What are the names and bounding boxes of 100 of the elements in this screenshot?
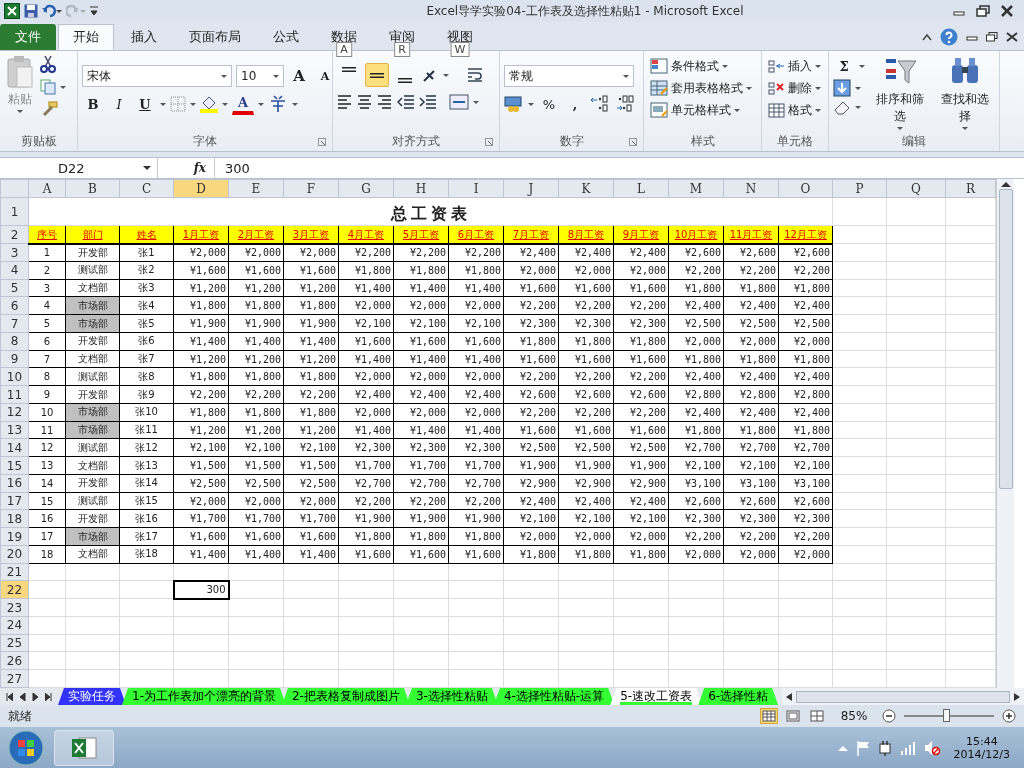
column-header[interactable]: B: [65, 179, 120, 198]
customize-toolbar-icon[interactable]: [90, 6, 98, 16]
table-cell[interactable]: 300: [173, 580, 229, 599]
column-header[interactable]: M: [668, 179, 724, 198]
cells-menu-button[interactable]: 插入: [766, 55, 823, 77]
vertical-align-button[interactable]: [365, 63, 389, 87]
caret-icon[interactable]: [292, 102, 298, 106]
zoom-in-icon[interactable]: [1002, 709, 1016, 723]
caret-icon[interactable]: [443, 73, 449, 77]
column-header[interactable]: I: [448, 179, 504, 198]
view-button[interactable]: [760, 708, 778, 724]
caret-icon[interactable]: [222, 102, 228, 106]
cells-menu-button[interactable]: 删除: [766, 77, 823, 99]
view-button[interactable]: [808, 708, 826, 724]
caret-icon[interactable]: [258, 102, 264, 106]
bold-button[interactable]: B: [82, 93, 104, 115]
ribbon-tab[interactable]: 公式: [258, 24, 314, 50]
ribbon-tab[interactable]: 插入: [116, 24, 172, 50]
slider-thumb[interactable]: [943, 709, 951, 722]
shrink-font-button[interactable]: A: [314, 65, 336, 87]
column-header[interactable]: F: [283, 179, 339, 198]
caret-icon[interactable]: [623, 74, 629, 78]
merge-cells-icon[interactable]: [449, 94, 469, 110]
scrollbar-thumb[interactable]: [796, 690, 1010, 703]
next-sheet-icon[interactable]: [32, 692, 39, 701]
row-header[interactable]: 1: [0, 197, 29, 226]
column-header[interactable]: G: [338, 179, 394, 198]
zoom-out-icon[interactable]: [882, 709, 896, 723]
restore-icon[interactable]: [986, 32, 998, 42]
caret-icon[interactable]: [160, 102, 166, 106]
dialog-launcher-icon[interactable]: [629, 138, 637, 146]
wrap-text-icon[interactable]: [467, 67, 485, 83]
caret-icon[interactable]: [17, 110, 23, 113]
name-box[interactable]: D22: [0, 158, 158, 178]
align-center-icon[interactable]: [357, 93, 373, 111]
spreadsheet-app-icon[interactable]: [4, 3, 20, 19]
caret-icon[interactable]: [473, 100, 479, 104]
sheet-tab[interactable]: 实验任务: [58, 688, 126, 705]
ribbon-tab[interactable]: 开始: [58, 24, 114, 50]
column-header[interactable]: N: [723, 179, 779, 198]
scroll-left-icon[interactable]: [786, 692, 793, 701]
column-header[interactable]: H: [393, 179, 449, 198]
font-color-button[interactable]: A: [232, 93, 254, 115]
autosum-button[interactable]: Σ: [833, 55, 855, 77]
align-left-icon[interactable]: [337, 93, 353, 111]
scroll-up-icon[interactable]: [1000, 181, 1011, 187]
caret-icon[interactable]: [60, 85, 66, 89]
column-header[interactable]: L: [613, 179, 669, 198]
column-header[interactable]: O: [778, 179, 833, 198]
caret-icon[interactable]: [528, 102, 534, 106]
column-header[interactable]: E: [228, 179, 284, 198]
sheet-tab[interactable]: 1-为工作表加个漂亮的背景: [122, 688, 286, 705]
grow-font-button[interactable]: A: [288, 65, 310, 87]
caret-icon[interactable]: [273, 74, 279, 78]
start-button-icon[interactable]: [8, 729, 44, 766]
sheet-tab[interactable]: 3-选择性粘贴: [405, 688, 498, 705]
previous-sheet-icon[interactable]: [19, 692, 26, 701]
caret-icon[interactable]: [859, 64, 865, 68]
first-sheet-icon[interactable]: [6, 692, 13, 701]
underline-button[interactable]: U: [134, 93, 156, 115]
cells-menu-button[interactable]: 格式: [766, 99, 823, 121]
caret-icon[interactable]: [143, 166, 151, 170]
scrollbar-thumb[interactable]: [998, 189, 1013, 489]
caret-icon[interactable]: [855, 105, 861, 109]
undo-icon[interactable]: [42, 4, 62, 18]
muted-speaker-icon[interactable]: [923, 739, 940, 756]
phonetic-guide-icon[interactable]: [268, 95, 288, 113]
caret-icon[interactable]: [221, 74, 227, 78]
column-header[interactable]: R: [945, 179, 996, 198]
style-menu-button[interactable]: 套用表格格式: [648, 77, 754, 99]
editing-menu-button[interactable]: 查找和选择: [934, 55, 995, 133]
style-menu-button[interactable]: 单元格样式: [648, 99, 754, 121]
eraser-icon[interactable]: [833, 99, 851, 115]
number-format-field[interactable]: 常规: [504, 65, 634, 87]
cut-icon[interactable]: [40, 55, 56, 73]
clock-date[interactable]: 2014/12/3: [953, 747, 1010, 761]
font-size-field[interactable]: 10: [236, 65, 284, 87]
dialog-launcher-icon[interactable]: [318, 138, 326, 146]
zoom-level[interactable]: 85%: [832, 709, 876, 723]
editing-menu-button[interactable]: 排序和筛选: [869, 55, 930, 133]
scroll-right-icon[interactable]: [1014, 692, 1020, 701]
currency-icon[interactable]: [504, 95, 524, 113]
save-icon[interactable]: [24, 4, 38, 18]
decrease-indent-icon[interactable]: [397, 93, 415, 111]
column-header[interactable]: Q: [886, 179, 946, 198]
dialog-launcher-icon[interactable]: [485, 138, 493, 146]
ribbon-tab[interactable]: 页面布局: [174, 24, 256, 50]
help-icon[interactable]: [940, 28, 958, 46]
restore-icon[interactable]: [976, 5, 990, 17]
fill-down-icon[interactable]: [833, 79, 851, 97]
clock-time[interactable]: 15:44: [965, 734, 998, 748]
formula-field[interactable]: 300: [214, 158, 1024, 178]
close-icon[interactable]: [1000, 5, 1014, 17]
column-header[interactable]: C: [119, 179, 174, 198]
caret-icon[interactable]: [855, 86, 861, 90]
italic-button[interactable]: I: [108, 93, 130, 115]
align-right-icon[interactable]: [377, 93, 393, 111]
style-menu-button[interactable]: 条件格式: [648, 55, 754, 77]
comma-button[interactable]: ,: [564, 93, 586, 115]
column-header[interactable]: D: [173, 179, 229, 198]
